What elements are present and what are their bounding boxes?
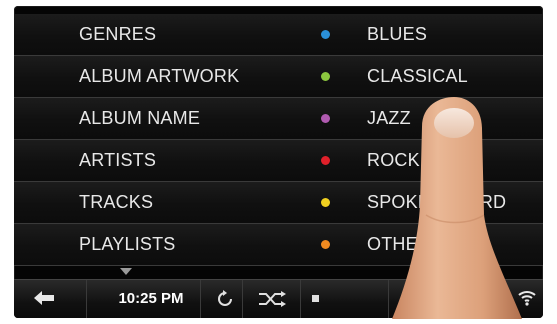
media-player-screen: GENRES BLUES ALBUM ARTWORK CLASSICAL ALB… bbox=[14, 6, 543, 318]
browse-menu: GENRES BLUES ALBUM ARTWORK CLASSICAL ALB… bbox=[14, 14, 543, 267]
shuffle-button[interactable] bbox=[250, 280, 301, 318]
menu-row: ALBUM ARTWORK CLASSICAL bbox=[14, 56, 543, 98]
genre-blues[interactable]: BLUES bbox=[367, 14, 427, 55]
category-album-artwork[interactable]: ALBUM ARTWORK bbox=[79, 56, 239, 97]
genre-color-dot bbox=[321, 240, 330, 249]
toolbar-divider bbox=[392, 280, 457, 318]
stop-icon bbox=[312, 295, 319, 302]
repeat-button[interactable] bbox=[208, 280, 243, 318]
bottom-toolbar: 10:25 PM bbox=[14, 279, 543, 318]
genre-color-dot bbox=[321, 198, 330, 207]
genre-color-dot bbox=[321, 156, 330, 165]
wifi-icon bbox=[518, 291, 536, 306]
genre-color-dot bbox=[321, 114, 330, 123]
menu-row: GENRES BLUES bbox=[14, 14, 543, 56]
wifi-status[interactable] bbox=[509, 280, 543, 318]
scroll-down-indicator-icon[interactable] bbox=[120, 268, 132, 275]
genre-spoken-word[interactable]: SPOKEN WORD bbox=[367, 182, 506, 223]
stop-button[interactable] bbox=[304, 280, 389, 318]
category-artists[interactable]: ARTISTS bbox=[79, 140, 156, 181]
genre-color-dot bbox=[321, 30, 330, 39]
menu-row: TRACKS SPOKEN WORD bbox=[14, 182, 543, 224]
menu-row: ARTISTS ROCK bbox=[14, 140, 543, 182]
menu-row: PLAYLISTS OTHER bbox=[14, 224, 543, 266]
category-album-name[interactable]: ALBUM NAME bbox=[79, 98, 200, 139]
menu-row: ALBUM NAME JAZZ bbox=[14, 98, 543, 140]
genre-color-dot bbox=[321, 72, 330, 81]
genre-rock[interactable]: ROCK bbox=[367, 140, 420, 181]
back-button[interactable] bbox=[14, 280, 87, 318]
genre-classical[interactable]: CLASSICAL bbox=[367, 56, 468, 97]
shuffle-icon bbox=[259, 291, 286, 307]
genre-other[interactable]: OTHER bbox=[367, 224, 431, 265]
clock-display: 10:25 PM bbox=[102, 280, 201, 318]
genre-jazz[interactable]: JAZZ bbox=[367, 98, 411, 139]
category-playlists[interactable]: PLAYLISTS bbox=[79, 224, 176, 265]
category-genres[interactable]: GENRES bbox=[79, 14, 156, 55]
back-arrow-icon bbox=[34, 291, 54, 305]
repeat-icon bbox=[218, 290, 232, 306]
category-tracks[interactable]: TRACKS bbox=[79, 182, 153, 223]
